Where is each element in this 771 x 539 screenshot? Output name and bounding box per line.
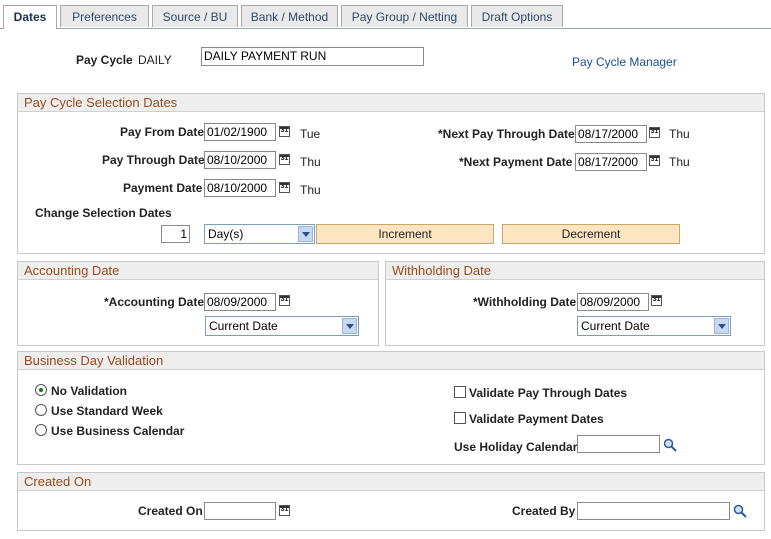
withholding-date-option-select[interactable]: Current Date — [577, 316, 731, 336]
accounting-date-title: Accounting Date — [18, 262, 378, 280]
next-pay-through-date-input[interactable]: 08/17/2000 — [575, 125, 647, 143]
accounting-option-value: Current Date — [209, 319, 278, 333]
tab-draft-options[interactable]: Draft Options — [471, 5, 563, 27]
selection-dates-title: Pay Cycle Selection Dates — [18, 94, 764, 112]
next-payment-calendar-icon[interactable]: 31 — [649, 155, 660, 166]
created-on-label: Created On — [138, 504, 203, 518]
no-validation-radio[interactable] — [35, 384, 47, 396]
tab-bar: Dates Preferences Source / BU Bank / Met… — [0, 5, 771, 29]
pay-cycle-description[interactable]: DAILY PAYMENT RUN — [201, 47, 424, 66]
pay-from-date-input[interactable]: 01/02/1900 — [204, 123, 276, 141]
change-quantity-input[interactable]: 1 — [161, 225, 190, 243]
created-on-calendar-icon[interactable]: 31 — [279, 505, 290, 516]
next-payment-date-input[interactable]: 08/17/2000 — [575, 153, 647, 171]
business-day-validation-title: Business Day Validation — [18, 352, 764, 370]
next-payment-day: Thu — [669, 155, 690, 169]
increment-button[interactable]: Increment — [316, 224, 494, 244]
accounting-date-option-select[interactable]: Current Date — [205, 316, 359, 336]
change-unit-select[interactable]: Day(s) — [204, 224, 315, 244]
pay-from-day: Tue — [300, 127, 321, 141]
pay-from-calendar-icon[interactable]: 31 — [279, 126, 290, 137]
accounting-date-label: *Accounting Date — [104, 295, 205, 309]
holiday-calendar-search-icon[interactable] — [663, 438, 677, 452]
tab-bank-method[interactable]: Bank / Method — [241, 5, 338, 27]
pay-through-date-input[interactable]: 08/10/2000 — [204, 151, 276, 169]
pay-through-day: Thu — [300, 155, 321, 169]
withholding-date-input[interactable]: 08/09/2000 — [577, 293, 649, 311]
next-pay-through-day: Thu — [669, 127, 690, 141]
business-calendar-radio[interactable] — [35, 424, 47, 436]
payment-day: Thu — [300, 183, 321, 197]
business-calendar-label: Use Business Calendar — [51, 424, 185, 438]
holiday-calendar-input[interactable] — [577, 435, 660, 453]
validate-payment-label: Validate Payment Dates — [469, 412, 604, 426]
pay-cycle-label: Pay Cycle — [76, 53, 133, 67]
pay-through-date-label: Pay Through Date — [102, 153, 205, 167]
created-by-search-icon[interactable] — [733, 504, 747, 518]
accounting-calendar-icon[interactable]: 31 — [279, 295, 290, 306]
tab-dates[interactable]: Dates — [3, 5, 57, 29]
created-by-label: Created By — [512, 504, 576, 518]
next-payment-date-label: *Next Payment Date — [459, 155, 573, 169]
no-validation-label: No Validation — [51, 384, 128, 398]
created-on-title: Created On — [18, 473, 764, 491]
withholding-option-value: Current Date — [581, 319, 650, 333]
pay-cycle-value: DAILY — [138, 53, 172, 67]
validate-pay-through-label: Validate Pay Through Dates — [469, 386, 628, 400]
tab-pay-group-netting[interactable]: Pay Group / Netting — [341, 5, 468, 27]
created-on-input[interactable] — [204, 502, 276, 520]
withholding-date-title: Withholding Date — [386, 262, 764, 280]
chevron-down-icon — [342, 318, 357, 334]
payment-date-label: Payment Date — [123, 181, 203, 195]
validate-payment-checkbox[interactable] — [454, 412, 466, 424]
decrement-button[interactable]: Decrement — [502, 224, 680, 244]
next-pay-through-calendar-icon[interactable]: 31 — [649, 127, 660, 138]
next-pay-through-date-label: *Next Pay Through Date — [438, 127, 575, 141]
pay-cycle-manager-link[interactable]: Pay Cycle Manager — [572, 55, 677, 69]
change-unit-value: Day(s) — [208, 227, 244, 241]
standard-week-radio[interactable] — [35, 404, 47, 416]
withholding-date-label: *Withholding Date — [473, 295, 577, 309]
standard-week-label: Use Standard Week — [51, 404, 163, 418]
tab-underline — [0, 28, 771, 29]
tab-preferences[interactable]: Preferences — [60, 5, 149, 27]
chevron-down-icon — [714, 318, 729, 334]
holiday-calendar-label: Use Holiday Calendar — [454, 440, 578, 454]
payment-calendar-icon[interactable]: 31 — [279, 182, 290, 193]
chevron-down-icon — [298, 226, 313, 242]
change-selection-dates-label: Change Selection Dates — [35, 206, 172, 220]
payment-date-input[interactable]: 08/10/2000 — [204, 179, 276, 197]
pay-from-date-label: Pay From Date — [120, 125, 205, 139]
validate-pay-through-checkbox[interactable] — [454, 386, 466, 398]
withholding-calendar-icon[interactable]: 31 — [651, 295, 662, 306]
tab-source-bu[interactable]: Source / BU — [152, 5, 238, 27]
pay-through-calendar-icon[interactable]: 31 — [279, 154, 290, 165]
created-by-input[interactable] — [577, 502, 730, 520]
accounting-date-input[interactable]: 08/09/2000 — [204, 293, 276, 311]
